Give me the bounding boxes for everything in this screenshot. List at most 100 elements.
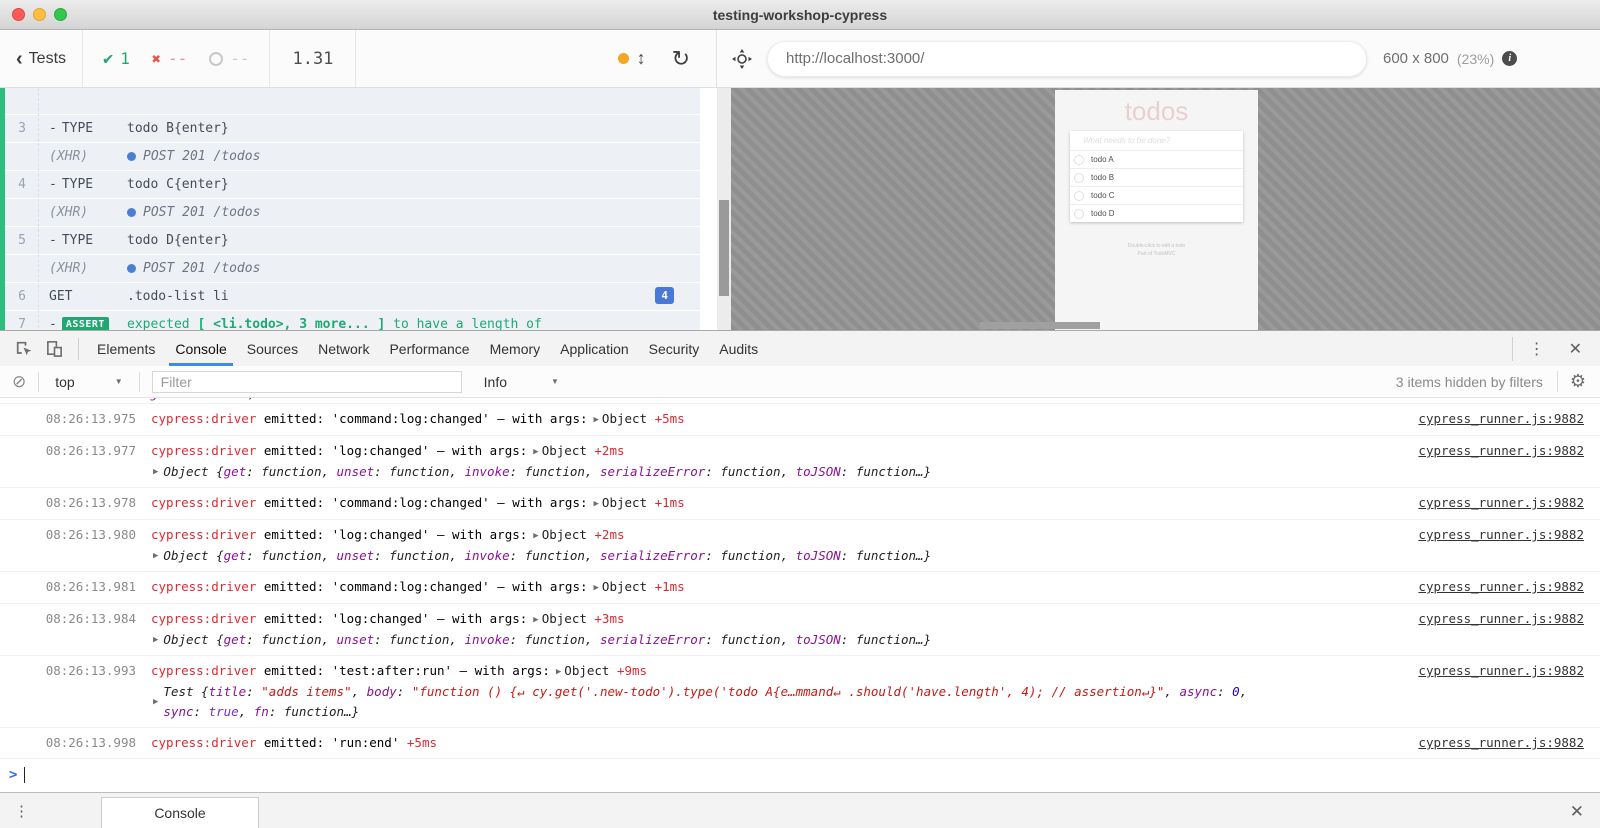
devtools-menu-icon[interactable]: ⋮	[1519, 339, 1555, 359]
console-entry[interactable]: 08:26:13.984 cypress:driver emitted: 'lo…	[0, 604, 1600, 656]
failed-count: ✖ --	[152, 49, 187, 68]
console-entry[interactable]: 08:26:13.977 cypress:driver emitted: 'lo…	[0, 436, 1600, 488]
todo-item[interactable]: todo C	[1070, 186, 1243, 204]
check-icon: ✔	[103, 49, 113, 69]
command-row[interactable]: 3 -TYPE todo B{enter}	[5, 115, 700, 143]
todo-item[interactable]: todo A	[1070, 150, 1243, 168]
tab-memory[interactable]: Memory	[480, 331, 551, 366]
source-link[interactable]: cypress_runner.js:9882	[1418, 525, 1600, 545]
console-entry[interactable]: 08:26:13.998 cypress:driver emitted: 'ru…	[0, 728, 1600, 759]
viewport-zoom: (23%)	[1457, 51, 1494, 67]
test-object-preview[interactable]: ▶ Test {title: "adds items", body: "func…	[151, 682, 1418, 722]
expand-triangle-icon[interactable]: ▶	[527, 615, 541, 625]
traffic-lights	[12, 8, 67, 21]
tab-performance[interactable]: Performance	[379, 331, 479, 366]
zoom-window-button[interactable]	[54, 8, 67, 21]
expand-triangle-icon[interactable]: ▶	[527, 531, 541, 541]
object-preview[interactable]: ▶ Object {get: function, unset: function…	[151, 462, 1418, 482]
source-link[interactable]: cypress_runner.js:9882	[1418, 577, 1600, 597]
xhr-row[interactable]: (XHR) POST 201 /todos	[5, 199, 700, 227]
console-filter-input[interactable]	[152, 371, 462, 393]
xhr-row[interactable]: (XHR) POST 201 /todos	[5, 143, 700, 171]
passed-count: ✔ 1	[103, 49, 130, 69]
command-row[interactable]: 5 -TYPE todo D{enter}	[5, 227, 700, 255]
devtools-close-icon[interactable]: ✕	[1559, 339, 1592, 359]
console-entry[interactable]: 08:26:13.981 cypress:driver emitted: 'co…	[0, 572, 1600, 604]
tab-security[interactable]: Security	[639, 331, 710, 366]
todo-toggle-icon[interactable]	[1074, 191, 1084, 201]
expand-triangle-icon: ▶	[151, 462, 163, 482]
hidden-items-note: 3 items hidden by filters	[1396, 374, 1557, 390]
back-to-tests-button[interactable]: ‹ Tests	[0, 30, 82, 87]
todo-toggle-icon[interactable]	[1074, 155, 1084, 165]
tab-application[interactable]: Application	[550, 331, 639, 366]
command-log: 3 -TYPE todo B{enter} (XHR) POST 201 /to…	[0, 88, 700, 330]
object-preview[interactable]: ▶ Object {get: function, unset: function…	[151, 546, 1418, 566]
source-link[interactable]: cypress_runner.js:9882	[1418, 609, 1600, 629]
text-caret	[24, 767, 25, 783]
xhr-row[interactable]: (XHR) POST 201 /todos	[5, 255, 700, 283]
todo-item[interactable]: todo B	[1070, 168, 1243, 186]
element-count-badge: 4	[655, 287, 674, 304]
close-window-button[interactable]	[12, 8, 25, 21]
reporter-scrollbar[interactable]	[717, 88, 731, 330]
new-todo-input[interactable]: What needs to be done?	[1070, 131, 1243, 150]
auto-scroll-indicator[interactable]: ↕	[618, 48, 672, 69]
preview-horizontal-scrollbar-thumb[interactable]	[980, 322, 1100, 329]
source-link[interactable]: cypress_runner.js:9882	[1418, 661, 1600, 681]
source-link[interactable]: cypress_runner.js:9882	[1418, 409, 1600, 429]
execution-context-select[interactable]: top ▼	[39, 374, 138, 390]
expand-triangle-icon[interactable]: ▶	[588, 583, 602, 593]
chevron-down-icon: ▼	[551, 377, 559, 386]
url-address-bar[interactable]: http://localhost:3000/	[767, 41, 1367, 77]
tab-sources[interactable]: Sources	[237, 331, 308, 366]
drawer-close-icon[interactable]: ✕	[1570, 802, 1600, 828]
expand-triangle-icon[interactable]: ▶	[588, 499, 602, 509]
command-row[interactable]: 4 -TYPE todo C{enter}	[5, 171, 700, 199]
expand-triangle-icon[interactable]: ▶	[527, 447, 541, 457]
clear-console-icon[interactable]: ⊘	[0, 372, 38, 392]
tab-elements[interactable]: Elements	[87, 331, 165, 366]
tab-network[interactable]: Network	[308, 331, 379, 366]
console-entry[interactable]: 08:26:13.993 cypress:driver emitted: 'te…	[0, 656, 1600, 728]
assert-row[interactable]: 7 -ASSERT expected [ <li.todo>, 3 more..…	[5, 311, 700, 330]
source-link[interactable]: cypress_runner.js:9882	[1418, 493, 1600, 513]
console-prompt[interactable]: >	[0, 759, 1600, 792]
log-level-select[interactable]: Info ▼	[462, 374, 581, 390]
command-row-partial	[5, 88, 700, 115]
inspect-element-icon[interactable]	[14, 339, 33, 358]
todo-toggle-icon[interactable]	[1074, 209, 1084, 219]
status-dot-icon	[618, 53, 629, 64]
expand-triangle-icon: ▶	[151, 546, 163, 566]
app-iframe: todos What needs to be done? todo A todo…	[1055, 90, 1258, 330]
todo-item[interactable]: todo D	[1070, 204, 1243, 222]
up-down-arrow-icon: ↕	[637, 48, 646, 69]
preview-header: http://localhost:3000/ 600 x 800 (23%) i	[717, 30, 1600, 87]
source-link[interactable]: cypress_runner.js:9882	[1418, 733, 1600, 753]
expand-triangle-icon[interactable]: ▶	[588, 415, 602, 425]
expand-triangle-icon[interactable]: ▶	[550, 667, 564, 677]
device-toolbar-icon[interactable]	[45, 339, 64, 358]
scrollbar-thumb[interactable]	[719, 200, 729, 296]
drawer-menu-icon[interactable]: ⋮	[0, 802, 43, 828]
todo-toggle-icon[interactable]	[1074, 173, 1084, 183]
object-preview[interactable]: ▶ Object {get: function, unset: function…	[151, 630, 1418, 650]
refresh-icon[interactable]: ↻	[672, 48, 716, 70]
selector-playground-icon[interactable]	[731, 48, 753, 70]
todo-card: What needs to be done? todo A todo B tod…	[1070, 131, 1243, 222]
source-link[interactable]: cypress_runner.js:9882	[1418, 441, 1600, 461]
console-settings-gear-icon[interactable]: ⚙	[1557, 371, 1600, 392]
xhr-dot-icon	[127, 152, 136, 161]
info-icon[interactable]: i	[1502, 51, 1517, 66]
console-entry[interactable]: 08:26:13.978 cypress:driver emitted: 'co…	[0, 488, 1600, 520]
drawer-tab-console[interactable]: Console	[101, 797, 259, 828]
minimize-window-button[interactable]	[33, 8, 46, 21]
tab-console[interactable]: Console	[165, 331, 236, 366]
console-entry[interactable]: 08:26:13.975 cypress:driver emitted: 'co…	[0, 404, 1600, 436]
xhr-dot-icon	[127, 264, 136, 273]
console-output: get: function, unset: function 08:26:13.…	[0, 398, 1600, 792]
prompt-chevron-icon: >	[9, 767, 17, 783]
console-entry[interactable]: 08:26:13.980 cypress:driver emitted: 'lo…	[0, 520, 1600, 572]
command-row[interactable]: 6 GET .todo-list li 4	[5, 283, 700, 311]
tab-audits[interactable]: Audits	[709, 331, 768, 366]
